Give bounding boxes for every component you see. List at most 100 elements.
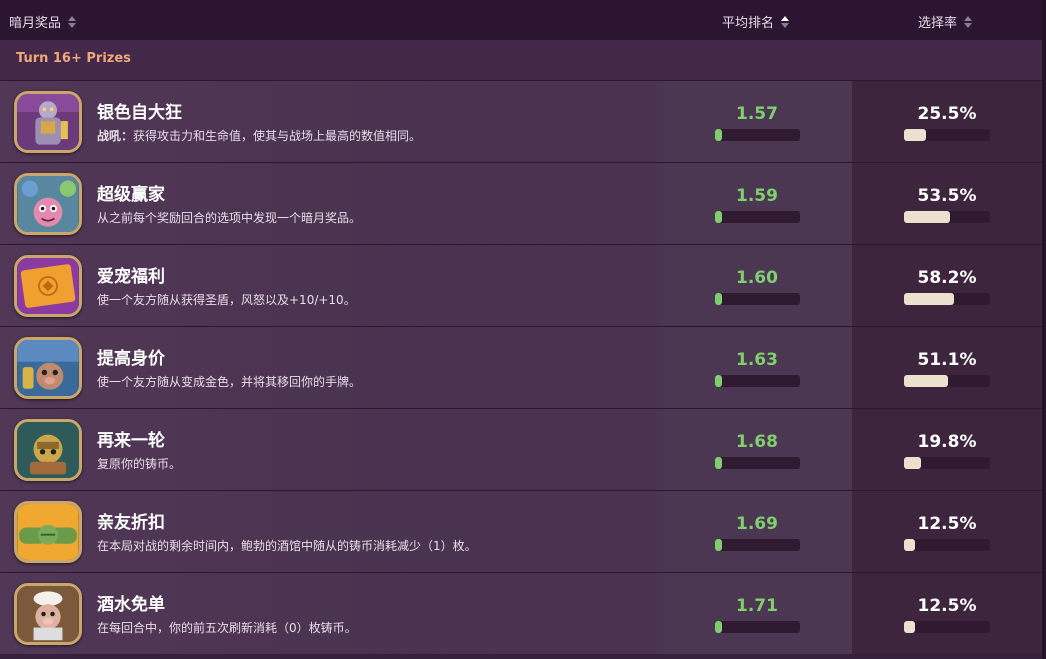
pick-rate-cell: 51.1%	[852, 327, 1042, 408]
avg-rank-cell: 1.68	[662, 409, 852, 490]
avg-rank-cell: 1.60	[662, 245, 852, 326]
avg-rank-bar	[715, 293, 800, 305]
prize-description-keyword: 战吼：	[97, 129, 134, 143]
pick-rate-bar	[904, 129, 990, 141]
gold-goblin-icon	[14, 419, 82, 481]
prize-description-text: 在每回合中，你的前五次刷新消耗（0）枚铸币。	[97, 621, 357, 635]
prize-stats-page: 暗月奖品 平均排名 选择率 Turn 16+ Prizes 银色自大狂 战吼：获得…	[0, 0, 1046, 659]
table-header: 暗月奖品 平均排名 选择率	[0, 0, 1042, 40]
pick-rate-bar-fill	[904, 621, 915, 633]
prize-description-text: 复原你的铸币。	[97, 457, 182, 471]
scrollbar[interactable]	[1042, 0, 1046, 659]
pick-rate-bar	[904, 621, 990, 633]
prize-name-cell: 爱宠福利 使一个友方随从获得圣盾，风怒以及+10/+10。	[0, 245, 662, 326]
avg-rank-value: 1.59	[736, 186, 778, 206]
prize-description: 使一个友方随从变成金色，并将其移回你的手牌。	[97, 373, 361, 390]
avg-rank-value: 1.60	[736, 268, 778, 288]
prize-name-cell: 亲友折扣在本局对战的剩余时间内，鲍勃的酒馆中随从的铸币消耗减少（1）枚。	[0, 491, 662, 572]
prize-name-cell: 酒水免单在每回合中，你的前五次刷新消耗（0）枚铸币。	[0, 573, 662, 654]
avg-rank-value: 1.57	[736, 104, 778, 124]
avg-rank-bar	[715, 457, 800, 469]
prize-description: 复原你的铸币。	[97, 455, 181, 472]
avg-rank-bar	[715, 211, 800, 223]
pick-rate-value: 58.2%	[917, 268, 977, 288]
avg-rank-cell: 1.63	[662, 327, 852, 408]
pick-rate-value: 51.1%	[917, 350, 977, 370]
prize-name-cell: 提高身价使一个友方随从变成金色，并将其移回你的手牌。	[0, 327, 662, 408]
prize-description: 在本局对战的剩余时间内，鲍勃的酒馆中随从的铸币消耗减少（1）枚。	[97, 537, 477, 554]
prize-row[interactable]: 提高身价使一个友方随从变成金色，并将其移回你的手牌。 1.63 51.1%	[0, 326, 1042, 408]
pick-rate-bar-fill	[904, 129, 926, 141]
prize-description: 使一个友方随从获得圣盾，风怒以及+10/+10。	[97, 291, 356, 308]
pick-rate-cell: 12.5%	[852, 573, 1042, 654]
pick-rate-cell: 19.8%	[852, 409, 1042, 490]
prize-row[interactable]: 酒水免单在每回合中，你的前五次刷新消耗（0）枚铸币。 1.71 12.5%	[0, 572, 1042, 654]
avg-rank-value: 1.68	[736, 432, 778, 452]
prize-name-cell: 银色自大狂 战吼：获得攻击力和生命值，使其与战场上最高的数值相同。	[0, 81, 662, 162]
sort-by-name-header[interactable]: 暗月奖品	[9, 12, 77, 31]
avg-rank-bar-fill	[715, 129, 722, 141]
prize-description-text: 从之前每个奖励回合的选项中发现一个暗月奖品。	[97, 211, 362, 225]
prize-description-text: 使一个友方随从获得圣盾，风怒以及+10/+10。	[97, 293, 356, 307]
prize-description-text: 使一个友方随从变成金色，并将其移回你的手牌。	[97, 375, 362, 389]
avg-rank-bar-fill	[715, 211, 722, 223]
pick-rate-value: 53.5%	[917, 186, 977, 206]
rank-column-label: 平均排名	[722, 16, 775, 31]
sort-arrows-icon	[68, 15, 77, 28]
prize-title: 提高身价	[97, 349, 165, 369]
pick-rate-value: 25.5%	[917, 104, 977, 124]
prize-description-text: 获得攻击力和生命值，使其与战场上最高的数值相同。	[133, 129, 422, 143]
avg-rank-cell: 1.57	[662, 81, 852, 162]
sort-by-rank-header[interactable]: 平均排名	[722, 12, 790, 31]
pick-rate-value: 19.8%	[917, 432, 977, 452]
pick-rate-bar	[904, 539, 990, 551]
pink-creature-icon	[14, 173, 82, 235]
avg-rank-bar-fill	[715, 457, 722, 469]
avg-rank-value: 1.71	[736, 596, 778, 616]
prize-name-cell: 再来一轮复原你的铸币。	[0, 409, 662, 490]
silver-armored-knight-icon	[14, 91, 82, 153]
pick-rate-value: 12.5%	[917, 596, 977, 616]
pick-rate-bar	[904, 293, 990, 305]
name-column-label: 暗月奖品	[9, 16, 62, 31]
prize-row[interactable]: 亲友折扣 在本局对战的剩余时间内，鲍勃的酒馆中随从的铸币消耗减少（1）枚。 1.69…	[0, 490, 1042, 572]
prize-title: 再来一轮	[97, 431, 165, 451]
avg-rank-cell: 1.59	[662, 163, 852, 244]
pick-rate-cell: 58.2%	[852, 245, 1042, 326]
prize-name-cell: 超级赢家从之前每个奖励回合的选项中发现一个暗月奖品。	[0, 163, 662, 244]
prize-description: 在每回合中，你的前五次刷新消耗（0）枚铸币。	[97, 619, 357, 636]
pick-rate-bar-fill	[904, 375, 948, 387]
pickrate-column-label: 选择率	[918, 16, 958, 31]
prize-row[interactable]: 再来一轮复原你的铸币。 1.68 19.8%	[0, 408, 1042, 490]
pick-rate-bar	[904, 211, 990, 223]
avg-rank-bar	[715, 129, 800, 141]
avg-rank-cell: 1.71	[662, 573, 852, 654]
avg-rank-bar	[715, 621, 800, 633]
avg-rank-value: 1.63	[736, 350, 778, 370]
pick-rate-cell: 53.5%	[852, 163, 1042, 244]
sort-by-pickrate-header[interactable]: 选择率	[918, 12, 973, 31]
prize-description: 战吼：获得攻击力和生命值，使其与战场上最高的数值相同。	[97, 127, 421, 144]
avg-rank-bar-fill	[715, 375, 722, 387]
prize-row[interactable]: 银色自大狂 战吼：获得攻击力和生命值，使其与战场上最高的数值相同。 1.57 25.5…	[0, 80, 1042, 162]
section-heading: Turn 16+ Prizes	[0, 40, 1042, 80]
pick-rate-bar	[904, 457, 990, 469]
pick-rate-value: 12.5%	[917, 514, 977, 534]
sort-ascending-icon	[781, 15, 790, 28]
avg-rank-bar-fill	[715, 539, 722, 551]
avg-rank-bar	[715, 539, 800, 551]
prize-title: 亲友折扣	[97, 513, 165, 533]
prize-title: 酒水免单	[97, 595, 165, 615]
prize-row[interactable]: 爱宠福利 使一个友方随从获得圣盾，风怒以及+10/+10。 1.60 58.2%	[0, 244, 1042, 326]
avg-rank-bar-fill	[715, 293, 722, 305]
pick-rate-cell: 25.5%	[852, 81, 1042, 162]
prize-description: 从之前每个奖励回合的选项中发现一个暗月奖品。	[97, 209, 361, 226]
prize-description-text: 在本局对战的剩余时间内，鲍勃的酒馆中随从的铸币消耗减少（1）枚。	[97, 539, 477, 553]
prize-list: 银色自大狂 战吼：获得攻击力和生命值，使其与战场上最高的数值相同。 1.57 25.5…	[0, 80, 1042, 654]
avg-rank-bar	[715, 375, 800, 387]
pick-rate-bar-fill	[904, 539, 915, 551]
pick-rate-bar-fill	[904, 457, 922, 469]
prize-title: 超级赢家	[97, 185, 165, 205]
pig-chef-icon	[14, 583, 82, 645]
prize-row[interactable]: 超级赢家从之前每个奖励回合的选项中发现一个暗月奖品。 1.59 53.5%	[0, 162, 1042, 244]
